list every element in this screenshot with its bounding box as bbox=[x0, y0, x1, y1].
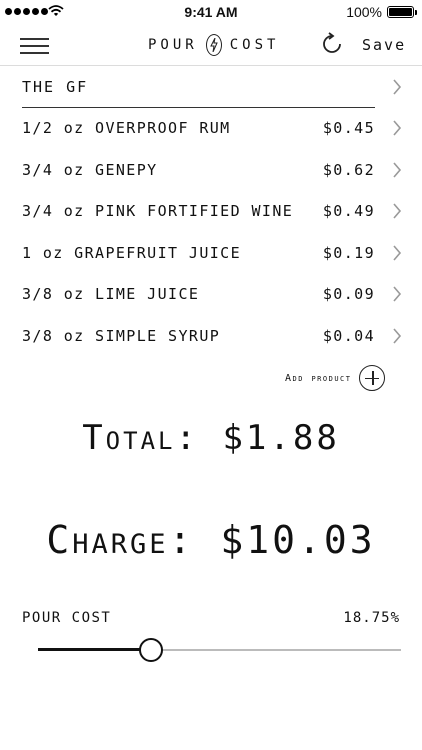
add-product-label: Add product bbox=[285, 372, 352, 384]
slider-fill bbox=[38, 648, 151, 651]
total-display: Total: $1.88 bbox=[0, 418, 422, 458]
save-button[interactable]: Save bbox=[362, 36, 406, 54]
refresh-icon[interactable] bbox=[320, 32, 344, 56]
pour-cost-value: 18.75% bbox=[343, 610, 400, 626]
ingredient-price: $0.45 bbox=[322, 119, 375, 137]
chevron-right-icon bbox=[393, 161, 402, 178]
total-value: $1.88 bbox=[222, 418, 340, 458]
ingredient-list: 1/2 oz OVERPROOF RUM $0.45 3/4 oz GENEPY… bbox=[0, 107, 422, 356]
ingredient-price: $0.62 bbox=[322, 160, 375, 179]
chevron-right-icon[interactable] bbox=[392, 79, 402, 95]
nav-bar: POUR COST Save bbox=[0, 24, 422, 66]
ingredient-price: $0.09 bbox=[322, 285, 375, 303]
logo-text-pour: POUR bbox=[148, 37, 198, 53]
ingredient-price: $0.49 bbox=[322, 202, 375, 220]
chevron-right-icon bbox=[393, 286, 402, 302]
battery-percent: 100% bbox=[346, 4, 382, 20]
pour-cost-label: POUR COST bbox=[22, 610, 112, 626]
slider-thumb[interactable] bbox=[138, 638, 163, 662]
logo-text-cost: COST bbox=[229, 37, 280, 53]
ingredient-name: 1/2 oz OVERPROOF RUM bbox=[22, 119, 231, 137]
add-product-button[interactable]: Add product bbox=[285, 365, 386, 391]
chevron-right-icon bbox=[393, 203, 402, 219]
charge-label: Charge: bbox=[46, 518, 195, 562]
ingredient-price: $0.19 bbox=[322, 243, 375, 262]
plus-circle-icon[interactable] bbox=[359, 365, 386, 391]
recipe-title[interactable]: THE GF bbox=[22, 70, 375, 108]
charge-value: $10.03 bbox=[220, 518, 376, 562]
ingredient-name: 3/4 oz PINK FORTIFIED WINE bbox=[22, 202, 294, 220]
hamburger-menu-icon[interactable] bbox=[20, 35, 49, 55]
ingredient-row[interactable]: 3/4 oz PINK FORTIFIED WINE $0.49 bbox=[0, 190, 422, 232]
status-bar: 9:41 AM 100% bbox=[0, 0, 422, 24]
total-label: Total: bbox=[82, 418, 199, 458]
pour-cost-slider[interactable] bbox=[38, 638, 401, 662]
ingredient-row[interactable]: 1/2 oz OVERPROOF RUM $0.45 bbox=[0, 107, 422, 149]
battery-icon bbox=[387, 6, 417, 18]
ingredient-row[interactable]: 3/8 oz LIME JUICE $0.09 bbox=[0, 273, 422, 315]
chevron-right-icon bbox=[393, 120, 402, 136]
charge-display: Charge: $10.03 bbox=[0, 518, 422, 562]
ingredient-name: 3/8 oz LIME JUICE bbox=[22, 285, 200, 303]
chevron-right-icon bbox=[393, 244, 402, 261]
lightning-bolt-icon bbox=[205, 34, 222, 56]
ingredient-name: 3/4 oz GENEPY bbox=[22, 160, 158, 179]
ingredient-row[interactable]: 3/8 oz SIMPLE SYRUP $0.04 bbox=[0, 315, 422, 357]
ingredient-name: 3/8 oz SIMPLE SYRUP bbox=[22, 326, 221, 345]
ingredient-row[interactable]: 3/4 oz GENEPY $0.62 bbox=[0, 149, 422, 191]
app-logo: POUR COST bbox=[148, 34, 279, 56]
ingredient-price: $0.04 bbox=[322, 326, 375, 345]
ingredient-row[interactable]: 1 oz GRAPEFRUIT JUICE $0.19 bbox=[0, 232, 422, 274]
chevron-right-icon bbox=[393, 327, 402, 344]
ingredient-name: 1 oz GRAPEFRUIT JUICE bbox=[22, 243, 242, 262]
